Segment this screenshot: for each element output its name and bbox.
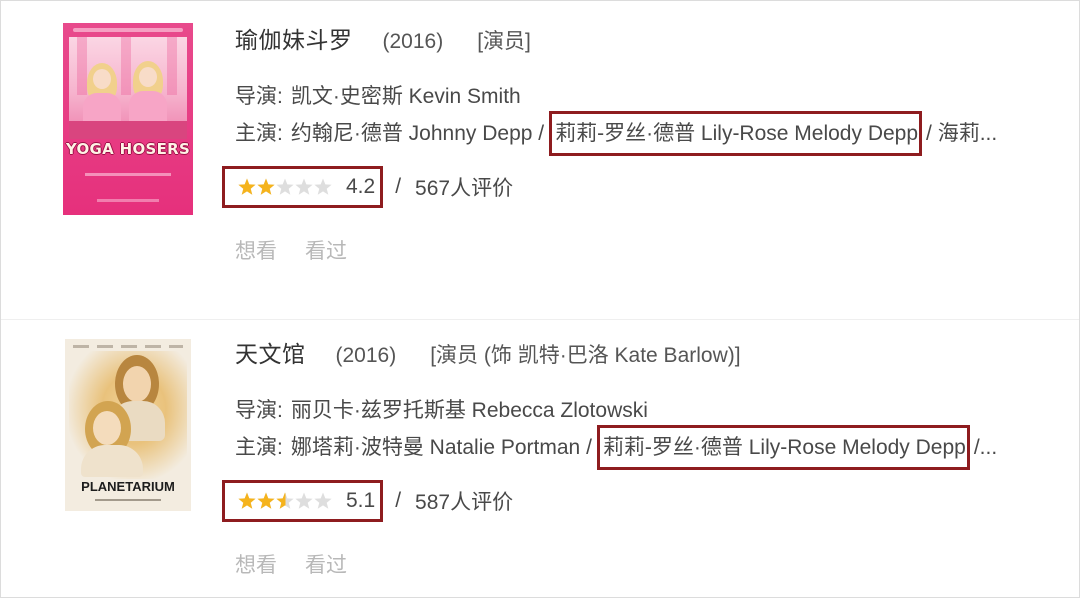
poster-banner bbox=[167, 37, 177, 95]
movie-poster[interactable]: PLANETARIUM bbox=[65, 339, 191, 511]
highlighted-cast-link[interactable]: 莉莉-罗丝·德普 Lily-Rose Melody Depp bbox=[549, 111, 923, 156]
star-icon-filled bbox=[257, 178, 275, 195]
rating-count[interactable]: 567人评价 bbox=[415, 172, 513, 202]
star-icon-filled bbox=[238, 492, 256, 509]
director-label: 导演: bbox=[235, 85, 283, 108]
poster-credits-strip bbox=[73, 28, 183, 32]
cast-row: 主演: 娜塔莉·波特曼 Natalie Portman / 莉莉-罗丝·德普 Lil… bbox=[235, 423, 1071, 473]
watched-button[interactable]: 看过 bbox=[305, 240, 347, 263]
rating-row: 4.2 / 567人评价 bbox=[222, 166, 513, 208]
poster-title-logo: PLANETARIUM bbox=[81, 479, 175, 494]
highlighted-cast-link[interactable]: 莉莉-罗丝·德普 Lily-Rose Melody Depp bbox=[596, 425, 970, 470]
star-icon-filled bbox=[257, 492, 275, 509]
poster-counter bbox=[69, 121, 187, 139]
poster-billing bbox=[97, 199, 159, 202]
role-label: [演员 (饰 凯特·巴洛 Kate Barlow)] bbox=[430, 344, 741, 367]
watched-button[interactable]: 看过 bbox=[305, 554, 347, 577]
rating-row: 5.1 / 587人评价 bbox=[222, 480, 513, 522]
cast-more: /... bbox=[973, 436, 998, 459]
star-icon-filled bbox=[238, 178, 256, 195]
cast-label: 主演: bbox=[235, 436, 283, 459]
star-icon bbox=[295, 492, 313, 509]
director-row: 导演: 凯文·史密斯 Kevin Smith bbox=[235, 82, 521, 112]
poster-figure-face bbox=[139, 67, 157, 87]
title-row: 天文馆 (2016) [演员 (饰 凯特·巴洛 Kate Barlow)] bbox=[235, 337, 741, 373]
rating-separator: / bbox=[395, 175, 402, 198]
movie-poster[interactable]: YOGA HOSERS bbox=[63, 23, 193, 215]
poster-figure-face bbox=[123, 366, 151, 402]
poster-title-logo: YOGA HOSERS bbox=[65, 140, 191, 158]
movie-entry: YOGA HOSERS 瑜伽妹斗罗 (2016) [演员] 导演: 凯文·史密斯 Ke… bbox=[1, 1, 1079, 319]
star-icon bbox=[314, 178, 332, 195]
poster-banner bbox=[121, 37, 131, 95]
want-to-watch-button[interactable]: 想看 bbox=[235, 554, 277, 577]
poster-figure-face bbox=[93, 69, 111, 89]
poster-banner bbox=[77, 37, 87, 95]
cast-more: / 海莉... bbox=[926, 122, 998, 145]
poster-figure-face bbox=[93, 411, 121, 445]
rating-separator: / bbox=[395, 489, 402, 512]
cast-label: 主演: bbox=[235, 122, 283, 145]
actions-row: 想看 看过 bbox=[235, 551, 347, 581]
release-year: (2016) bbox=[335, 344, 397, 367]
movie-title-link[interactable]: 天文馆 bbox=[235, 341, 306, 367]
director-label: 导演: bbox=[235, 399, 283, 422]
movie-entry: PLANETARIUM 天文馆 (2016) [演员 (饰 凯特·巴洛 Kate B… bbox=[1, 315, 1079, 597]
actions-row: 想看 看过 bbox=[235, 237, 347, 267]
poster-figure-body bbox=[81, 445, 143, 477]
star-icon bbox=[314, 492, 332, 509]
rating-value: 5.1 bbox=[346, 489, 376, 512]
poster-billing bbox=[95, 499, 161, 501]
cast-row: 主演: 约翰尼·德普 Johnny Depp / 莉莉-罗丝·德普 Lily-Ros… bbox=[235, 109, 1071, 159]
movie-title-link[interactable]: 瑜伽妹斗罗 bbox=[235, 27, 353, 53]
cast-link[interactable]: 娜塔莉·波特曼 Natalie Portman / bbox=[291, 436, 592, 459]
poster-credits-strip bbox=[73, 345, 183, 348]
poster-scene bbox=[69, 37, 187, 139]
star-icon bbox=[276, 178, 294, 195]
director-row: 导演: 丽贝卡·兹罗托斯基 Rebecca Zlotowski bbox=[235, 396, 648, 426]
director-name-link[interactable]: 凯文·史密斯 Kevin Smith bbox=[291, 85, 521, 108]
role-label: [演员] bbox=[477, 30, 531, 53]
rating-highlight-box: 4.2 bbox=[222, 166, 384, 208]
filmography-list: YOGA HOSERS 瑜伽妹斗罗 (2016) [演员] 导演: 凯文·史密斯 Ke… bbox=[0, 0, 1080, 598]
want-to-watch-button[interactable]: 想看 bbox=[235, 240, 277, 263]
cast-link[interactable]: 约翰尼·德普 Johnny Depp / bbox=[291, 122, 544, 145]
release-year: (2016) bbox=[382, 30, 444, 53]
rating-count[interactable]: 587人评价 bbox=[415, 486, 513, 516]
rating-highlight-box: 5.1 bbox=[222, 480, 384, 522]
rating-stars bbox=[238, 178, 332, 195]
rating-value: 4.2 bbox=[346, 175, 376, 198]
title-row: 瑜伽妹斗罗 (2016) [演员] bbox=[235, 23, 531, 59]
poster-tagline bbox=[85, 173, 171, 176]
rating-stars bbox=[238, 492, 332, 509]
star-icon bbox=[295, 178, 313, 195]
director-name-link[interactable]: 丽贝卡·兹罗托斯基 Rebecca Zlotowski bbox=[291, 399, 648, 422]
